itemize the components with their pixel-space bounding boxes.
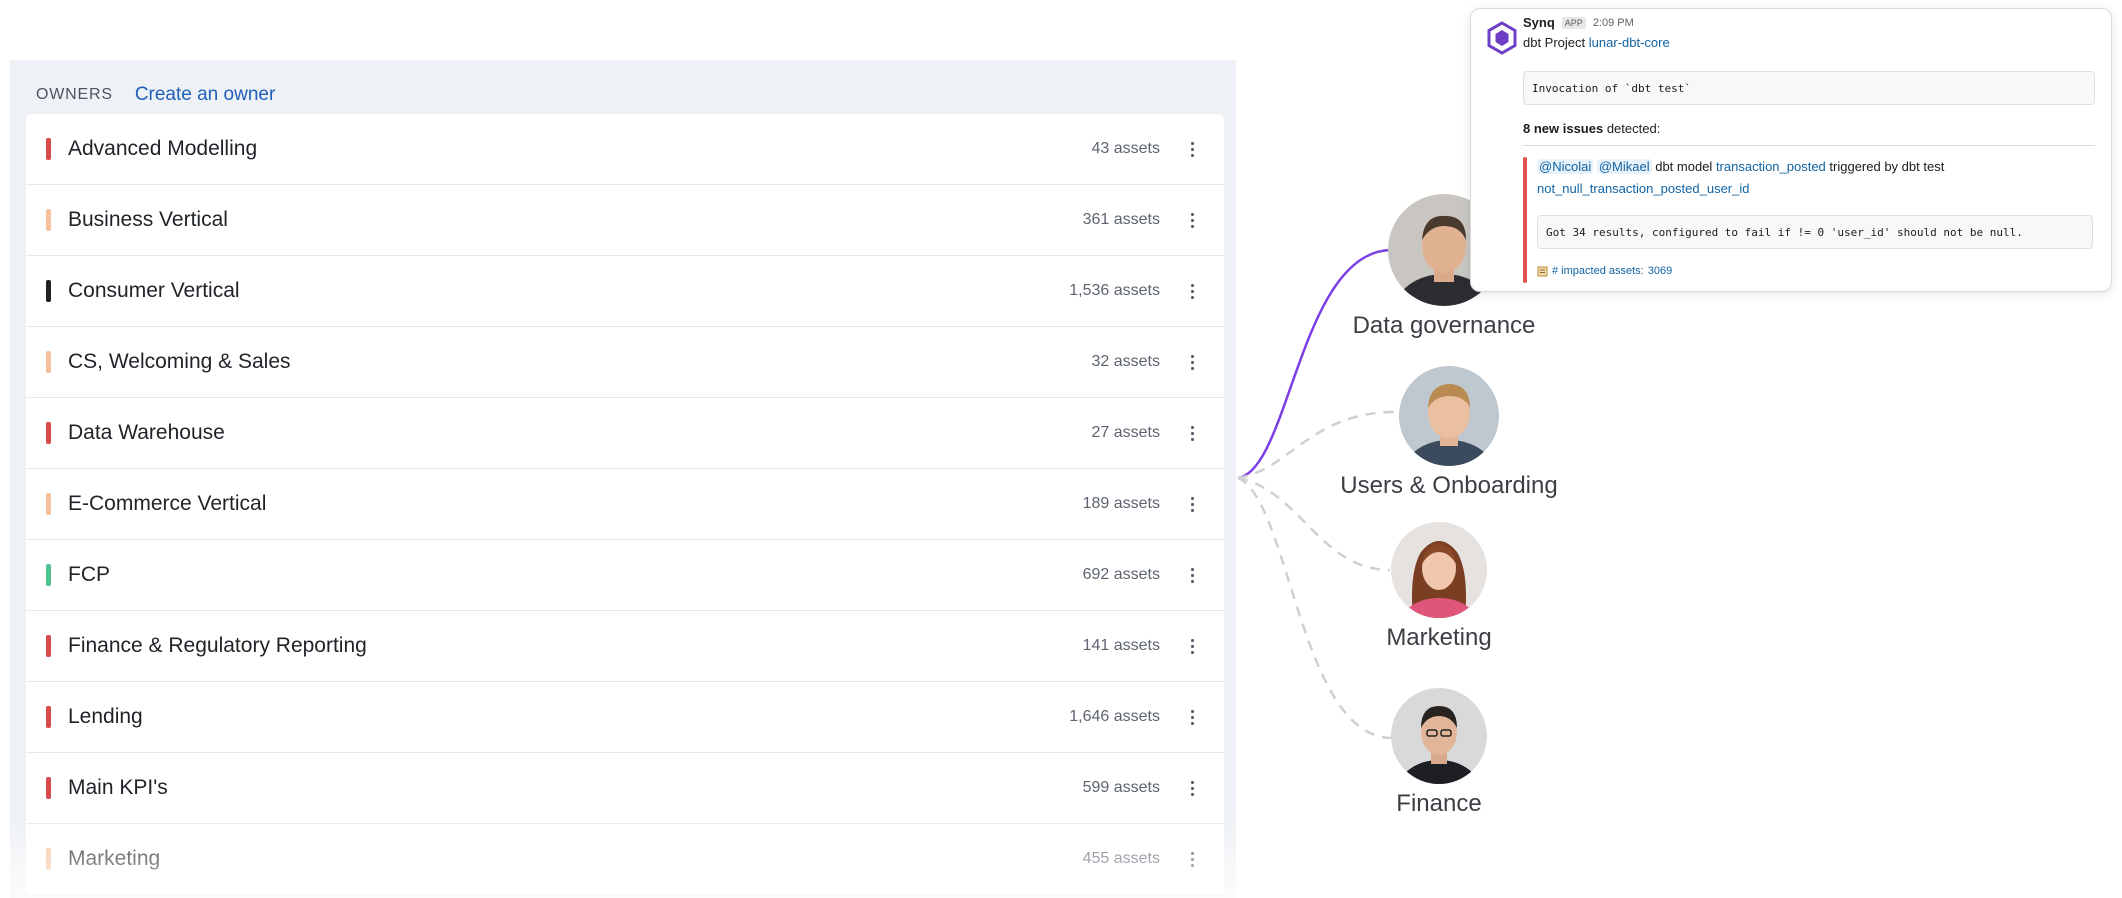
issues-line: 8 new issues detected: [1523, 121, 1660, 136]
trigger-text: triggered by dbt test [1825, 159, 1945, 174]
person-avatar-icon [1399, 366, 1499, 466]
app-badge: APP [1561, 16, 1586, 29]
issues-suffix: detected: [1603, 121, 1661, 136]
project-link[interactable]: lunar-dbt-core [1589, 35, 1670, 50]
person-avatar-icon [1391, 522, 1487, 618]
invocation-code-block: Invocation of `dbt test` [1523, 71, 2095, 105]
person-finance[interactable]: Finance [1344, 688, 1534, 818]
issues-count: 8 new issues [1523, 121, 1604, 136]
project-line: dbt Project lunar-dbt-core [1523, 35, 1670, 50]
slack-notification-card: Synq APP 2:09 PM dbt Project lunar-dbt-c… [1470, 8, 2112, 292]
model-prefix: dbt model [1651, 159, 1716, 174]
mention-nicolai[interactable]: @Nicolai [1537, 159, 1594, 174]
project-prefix: dbt Project [1523, 35, 1589, 50]
model-link[interactable]: transaction_posted [1716, 159, 1826, 174]
person-label: Data governance [1352, 312, 1536, 339]
impact-count: 3069 [1647, 265, 1673, 277]
impacted-assets-line[interactable]: # impacted assets: 3069 [1537, 265, 1672, 277]
person-avatar-icon [1391, 688, 1487, 784]
person-users-onboarding[interactable]: Users & Onboarding [1324, 366, 1574, 500]
mention-mikael[interactable]: @Mikael [1596, 159, 1652, 174]
alert-quote-bar [1523, 157, 1527, 283]
person-label: Marketing [1386, 624, 1492, 651]
person-label: Finance [1396, 790, 1482, 817]
test-link[interactable]: not_null_transaction_posted_user_id [1537, 181, 1750, 196]
synq-hexagon-icon [1485, 21, 1519, 55]
person-label: Users & Onboarding [1340, 472, 1558, 499]
impact-label: # impacted assets: [1552, 265, 1644, 277]
result-code-block: Got 34 results, configured to fail if !=… [1537, 215, 2093, 249]
memo-icon [1537, 266, 1548, 277]
issue-description: @Nicolai @Mikael dbt model transaction_p… [1537, 159, 1944, 174]
divider [1523, 145, 2095, 146]
message-meta: Synq APP 2:09 PM [1523, 15, 1634, 30]
person-marketing[interactable]: Marketing [1336, 522, 1542, 652]
bot-name[interactable]: Synq [1523, 15, 1555, 30]
message-time[interactable]: 2:09 PM [1593, 17, 1634, 29]
test-line: not_null_transaction_posted_user_id [1537, 181, 1750, 196]
